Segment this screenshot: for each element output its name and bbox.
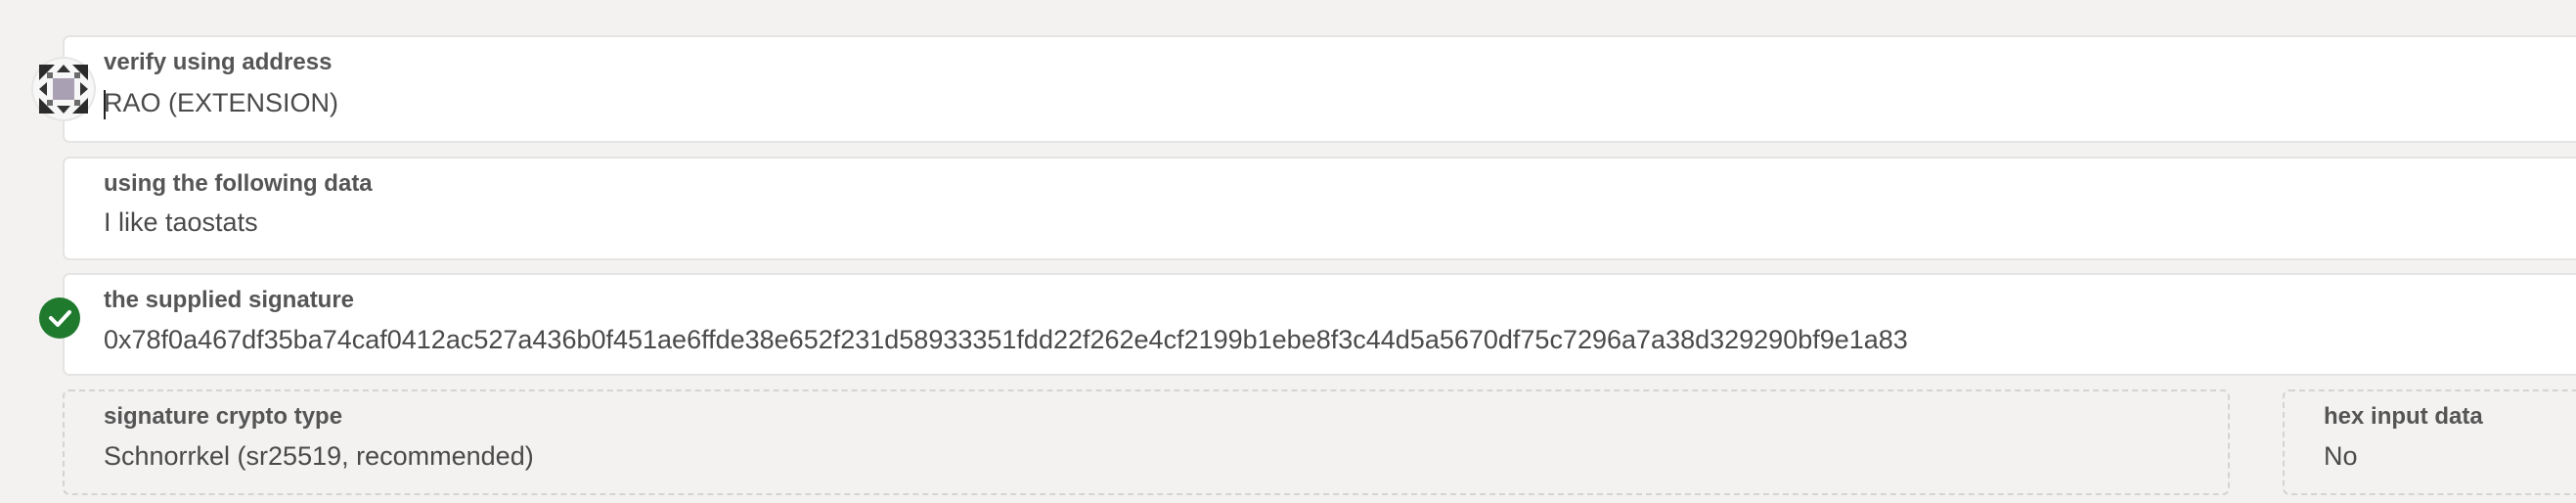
verify-address-field[interactable]: verify using address RAO (EXTENSION) <box>63 35 2576 143</box>
signature-label: the supplied signature <box>104 287 355 313</box>
hex-input-value: No <box>2324 441 2358 471</box>
signature-value[interactable]: 0x78f0a467df35ba74caf0412ac527a436b0f451… <box>104 325 1908 355</box>
hex-input-label: hex input data <box>2324 403 2483 430</box>
data-value[interactable]: I like taostats <box>104 207 258 238</box>
address-identicon-icon <box>33 59 94 119</box>
crypto-type-field: signature crypto type Schnorrkel (sr2551… <box>63 389 2230 495</box>
signature-field[interactable]: the supplied signature 0x78f0a467df35ba7… <box>63 273 2576 376</box>
crypto-type-label: signature crypto type <box>104 403 343 430</box>
hex-input-field: hex input data No <box>2283 389 2576 495</box>
check-circle-icon <box>39 297 80 339</box>
crypto-type-value: Schnorrkel (sr25519, recommended) <box>104 441 534 471</box>
data-field[interactable]: using the following data I like taostats <box>63 157 2576 260</box>
data-label: using the following data <box>104 170 373 197</box>
verify-address-value[interactable]: RAO (EXTENSION) <box>104 88 338 118</box>
verify-address-label: verify using address <box>104 49 333 75</box>
